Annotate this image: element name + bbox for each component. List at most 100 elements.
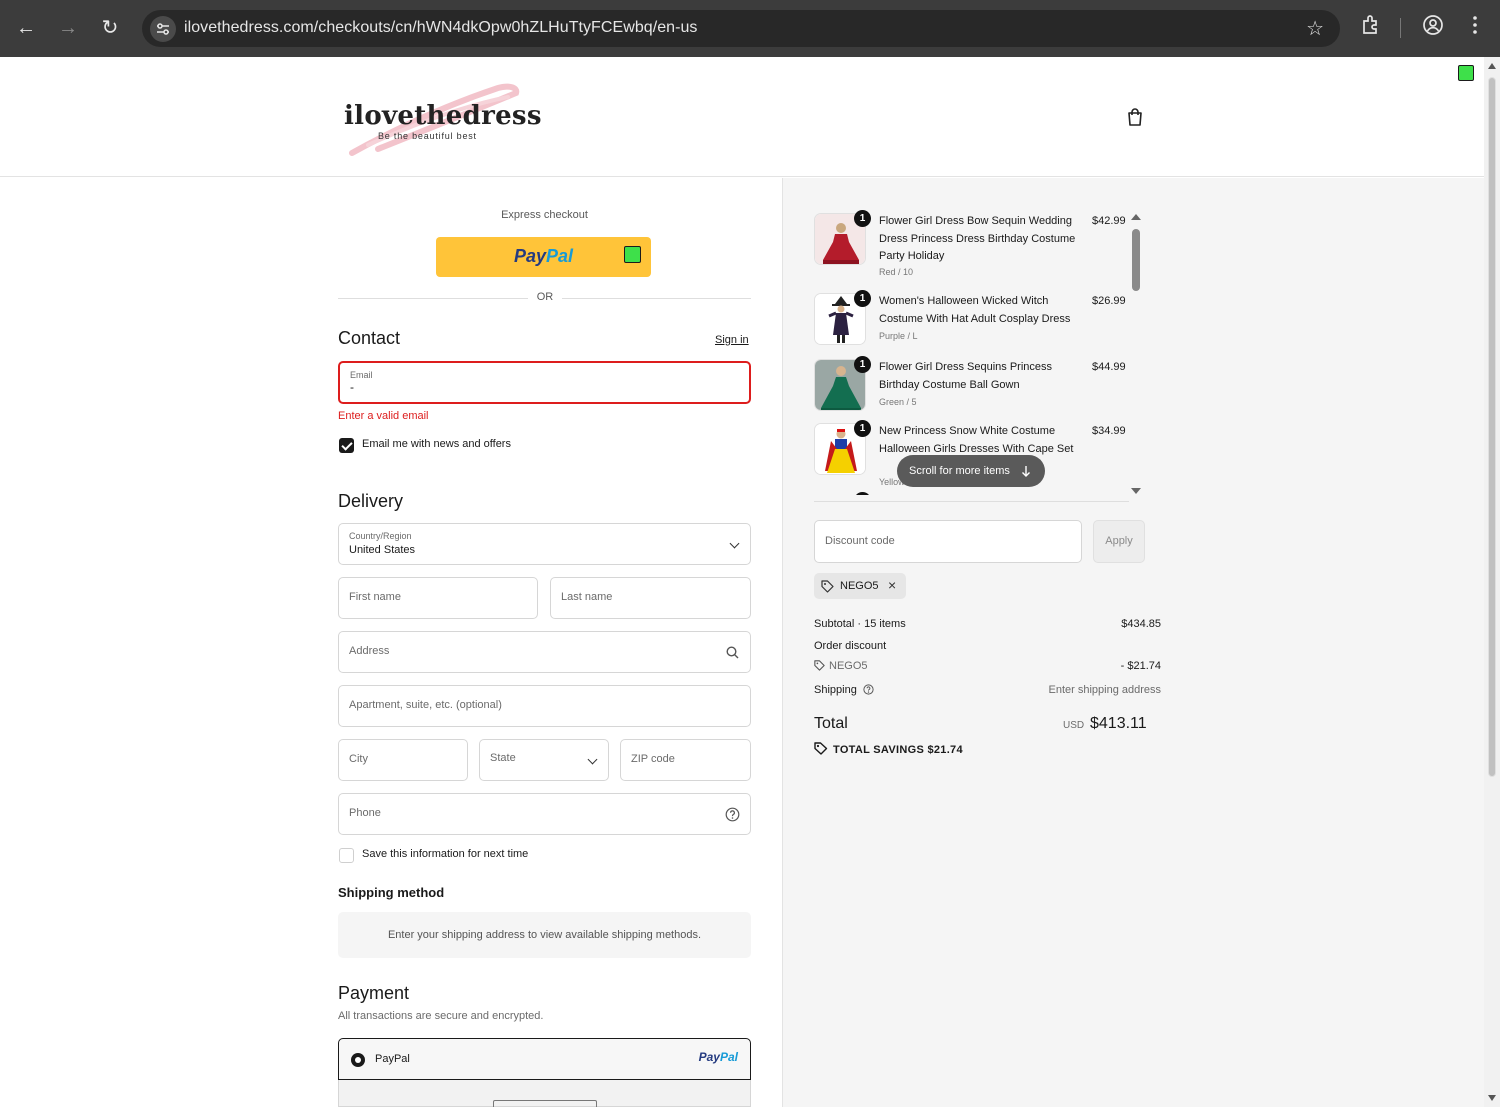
order-discount-value: - $21.74 <box>1120 660 1161 672</box>
news-checkbox[interactable] <box>339 438 354 453</box>
discount-chip-code: NEGO5 <box>840 580 879 592</box>
item-title: New Princess Snow White Costume Hallowee… <box>879 425 1074 455</box>
chevron-down-icon <box>729 538 740 549</box>
tag-icon <box>821 580 834 593</box>
state-placeholder: State <box>490 752 516 764</box>
email-field[interactable]: Email - <box>338 361 751 404</box>
scroll-thumb[interactable] <box>1488 77 1496 777</box>
subtotal-label: Subtotal · 15 items <box>814 618 906 630</box>
total-label: Total <box>814 715 848 732</box>
page-scrollbar[interactable] <box>1484 57 1500 1107</box>
items-divider <box>814 501 1129 502</box>
browser-toolbar: ← → ↻ ilovethedress.com/checkouts/cn/hWN… <box>0 0 1500 57</box>
paypal-radio[interactable] <box>351 1053 365 1067</box>
site-settings-icon[interactable] <box>150 16 176 42</box>
scroll-up-icon[interactable] <box>1131 214 1141 220</box>
country-label: Country/Region <box>349 531 412 541</box>
shipping-method-heading: Shipping method <box>338 885 445 900</box>
green-marker <box>1458 65 1474 81</box>
scroll-up-icon[interactable] <box>1488 63 1496 69</box>
zip-field[interactable]: ZIP code <box>620 739 751 781</box>
news-checkbox-label: Email me with news and offers <box>362 438 511 450</box>
tag-icon <box>814 660 825 671</box>
contact-heading: Contact <box>338 328 401 348</box>
paypal-redirect-panel <box>338 1080 751 1107</box>
discount-chip: NEGO5 × <box>814 573 906 599</box>
url-text[interactable]: ilovethedress.com/checkouts/cn/hWN4dkOpw… <box>184 19 697 37</box>
quantity-badge: 1 <box>854 356 871 373</box>
item-price: $34.99 <box>1092 425 1126 437</box>
delivery-heading: Delivery <box>338 491 404 511</box>
phone-field[interactable]: Phone <box>338 793 751 835</box>
scroll-more-label: Scroll for more items <box>909 465 1010 477</box>
order-discount-label: Order discount <box>814 640 887 652</box>
scroll-down-icon[interactable] <box>1131 488 1141 494</box>
brand-logo[interactable]: ilovethedress Be the beautiful best <box>340 79 541 156</box>
shipping-label: Shipping <box>814 684 874 696</box>
email-error: Enter a valid email <box>338 410 429 422</box>
profile-icon[interactable] <box>1422 14 1444 41</box>
browser-window-icon <box>493 1100 597 1107</box>
site-header: ilovethedress Be the beautiful best <box>0 57 1484 177</box>
discount-placeholder: Discount code <box>825 535 895 547</box>
email-value: - <box>350 380 354 394</box>
item-price: $44.99 <box>1092 361 1126 373</box>
subtotal-value: $434.85 <box>1121 618 1161 630</box>
state-select[interactable]: State <box>479 739 609 781</box>
extensions-icon[interactable] <box>1360 14 1382 41</box>
shipping-method-notice: Enter your shipping address to view avai… <box>338 912 751 958</box>
bookmark-star-icon[interactable]: ☆ <box>1306 16 1324 41</box>
country-value: United States <box>349 544 416 556</box>
first-name-field[interactable]: First name <box>338 577 538 619</box>
items-scrollbar[interactable] <box>1131 214 1143 494</box>
last-name-field[interactable]: Last name <box>550 577 751 619</box>
paypal-payment-option[interactable]: PayPal PayPal <box>338 1038 751 1080</box>
address-field[interactable]: Address <box>338 631 751 673</box>
help-circle-icon[interactable] <box>725 807 740 822</box>
scroll-more-button[interactable]: Scroll for more items <box>897 455 1045 487</box>
zip-placeholder: ZIP code <box>631 753 675 765</box>
scroll-down-icon[interactable] <box>1488 1095 1496 1101</box>
green-marker <box>624 246 641 263</box>
reload-icon[interactable]: ↻ <box>96 14 124 42</box>
item-title: Flower Girl Dress Sequins Princess Birth… <box>879 361 1052 391</box>
quantity-badge: 1 <box>854 210 871 227</box>
country-select[interactable]: Country/Region United States <box>338 523 751 565</box>
quantity-badge <box>854 492 871 495</box>
total-currency: USD <box>1063 720 1085 731</box>
total-value: $413.11 <box>1090 715 1147 732</box>
order-items-list[interactable]: 1 Flower Girl Dress Bow Sequin Wedding D… <box>814 205 1130 495</box>
search-icon <box>726 646 739 659</box>
apartment-placeholder: Apartment, suite, etc. (optional) <box>349 699 502 711</box>
cart-bag-icon[interactable] <box>1126 107 1144 132</box>
menu-kebab-icon[interactable] <box>1466 14 1484 41</box>
quantity-badge: 1 <box>854 420 871 437</box>
express-checkout-label: Express checkout <box>501 209 588 221</box>
back-icon[interactable]: ← <box>12 14 40 42</box>
apartment-field[interactable]: Apartment, suite, etc. (optional) <box>338 685 751 727</box>
sign-in-link[interactable]: Sign in <box>715 334 749 346</box>
item-price: $42.99 <box>1092 215 1126 227</box>
payment-subtext: All transactions are secure and encrypte… <box>338 1010 544 1022</box>
brand-name: ilovethedress <box>344 101 542 131</box>
save-info-checkbox[interactable] <box>339 848 354 863</box>
city-field[interactable]: City <box>338 739 468 781</box>
help-circle-icon[interactable] <box>863 684 874 695</box>
apply-button[interactable]: Apply <box>1093 520 1145 563</box>
address-bar[interactable]: ilovethedress.com/checkouts/cn/hWN4dkOpw… <box>142 10 1340 47</box>
city-placeholder: City <box>349 753 368 765</box>
savings-tag-icon <box>814 742 828 755</box>
forward-icon[interactable]: → <box>54 14 82 42</box>
items-scroll-thumb[interactable] <box>1132 229 1140 291</box>
brand-tagline: Be the beautiful best <box>378 131 477 141</box>
remove-discount-icon[interactable]: × <box>888 577 896 593</box>
last-name-placeholder: Last name <box>561 591 613 603</box>
item-price: $26.99 <box>1092 295 1126 307</box>
paypal-express-button[interactable]: PayPal <box>436 237 651 277</box>
paypal-logo: PayPal <box>698 1050 738 1064</box>
item-title: Women's Halloween Wicked Witch Costume W… <box>879 295 1071 325</box>
quantity-badge: 1 <box>854 290 871 307</box>
save-info-label: Save this information for next time <box>362 848 529 860</box>
discount-code-input[interactable]: Discount code <box>814 520 1082 563</box>
shipping-value: Enter shipping address <box>1048 684 1161 696</box>
